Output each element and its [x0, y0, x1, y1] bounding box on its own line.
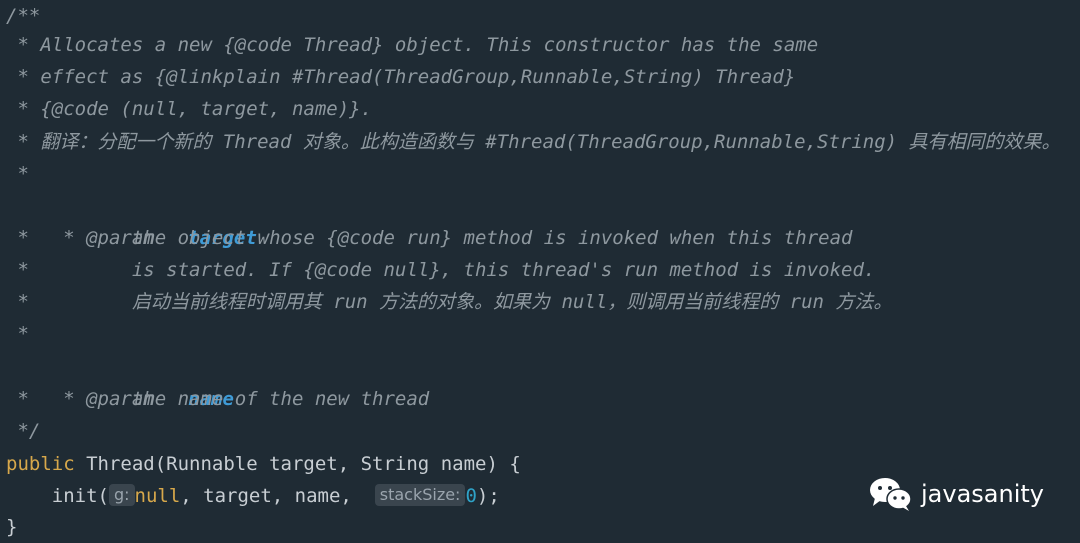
code-editor[interactable]: /** * Allocates a new {@code Thread} obj…	[0, 0, 1080, 543]
code-line: * Allocates a new {@code Thread} object.…	[6, 34, 819, 56]
param-hint-stacksize: stackSize:	[374, 484, 466, 506]
code-line: * the object whose {@code run} method is…	[6, 227, 853, 249]
signature-rest: Thread(Runnable target, String name) {	[74, 453, 521, 475]
code-line: * effect as {@linkplain #Thread(ThreadGr…	[6, 66, 796, 88]
keyword-public: public	[6, 453, 75, 475]
code-line: */	[6, 420, 41, 442]
watermark-text: javasanity	[921, 480, 1044, 508]
zero-literal: 0	[465, 485, 477, 507]
param-line-target: * @param target	[6, 190, 257, 249]
init-call-args: , target, name,	[180, 485, 375, 507]
code-line: /**	[6, 5, 41, 27]
code-line: * 翻译：分配一个新的 Thread 对象。此构造函数与 #Thread(Thr…	[6, 131, 1061, 153]
param-hint-g: g:	[108, 484, 135, 506]
closing-brace: }	[6, 516, 18, 538]
param-line-name: * @param name	[6, 351, 234, 410]
method-signature: public Thread(Runnable target, String na…	[6, 448, 521, 480]
init-call-start: init(	[6, 485, 109, 507]
watermark: javasanity	[869, 474, 1044, 514]
code-line: * {@code (null, target, name)}.	[6, 98, 373, 120]
null-literal: null	[134, 485, 181, 507]
code-line: * is started. If {@code null}, this thre…	[6, 259, 876, 281]
code-line: *	[6, 323, 29, 345]
wechat-icon	[870, 478, 912, 511]
init-call-line: init(g: null, target, name, stackSize: 0);	[6, 480, 500, 512]
code-line: * 启动当前线程时调用其 run 方法的对象。如果为 null，则调用当前线程的…	[6, 291, 893, 313]
init-call-end: );	[476, 485, 500, 507]
code-line: * the name of the new thread	[6, 388, 430, 410]
code-line: *	[6, 163, 29, 185]
